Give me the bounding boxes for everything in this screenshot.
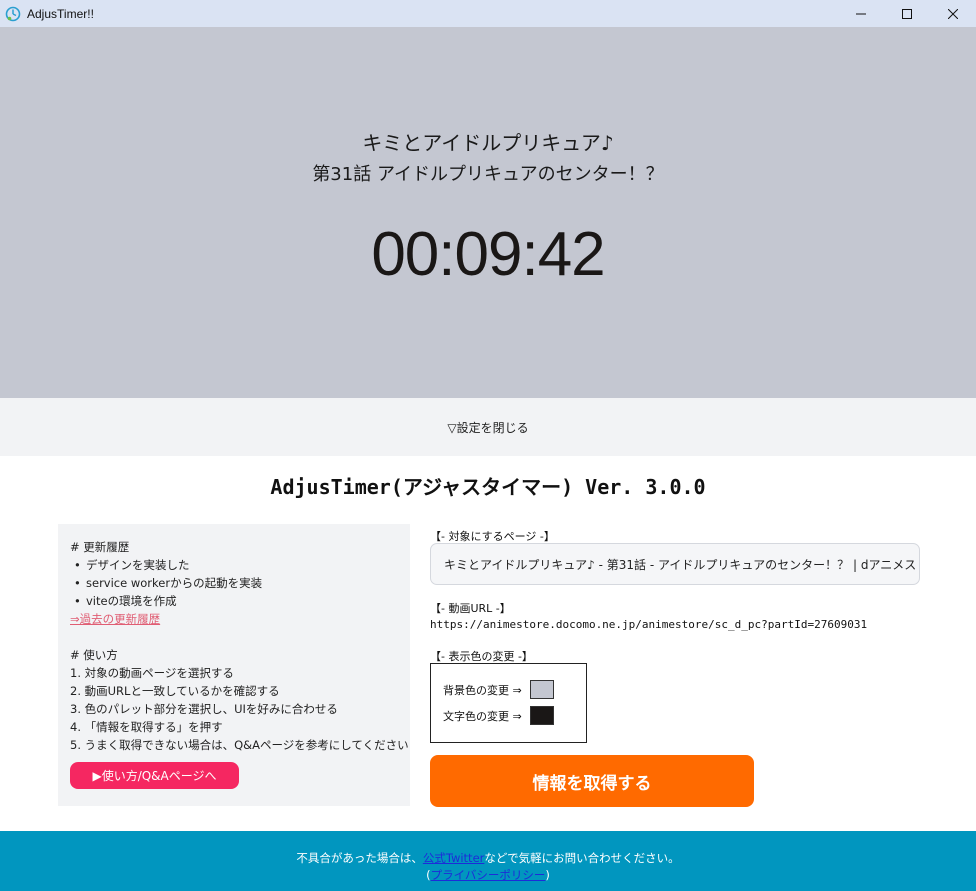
anime-title: キミとアイドルプリキュア♪ xyxy=(362,131,614,155)
minimize-icon xyxy=(856,13,866,14)
privacy-policy-link[interactable]: プライバシーポリシー xyxy=(431,868,546,882)
footer-message-before: 不具合があった場合は、 xyxy=(296,851,423,865)
fetch-info-button[interactable]: 情報を取得する xyxy=(430,755,754,807)
footer: 不具合があった場合は、公式Twitterなどで気軽にお問い合わせください。 (プ… xyxy=(0,831,976,891)
app-heading: AdjusTimer(アジャスタイマー) Ver. 3.0.0 xyxy=(270,475,706,499)
history-item: • デザインを実装した xyxy=(74,558,190,572)
bullet-icon: • xyxy=(74,594,81,608)
bg-color-label: 背景色の変更 ⇒ xyxy=(443,683,522,697)
usage-heading: # 使い方 xyxy=(70,648,118,662)
color-palette-box: 背景色の変更 ⇒ 文字色の変更 ⇒ xyxy=(430,663,587,743)
maximize-button[interactable] xyxy=(884,0,930,27)
window-titlebar: AdjusTimer!! xyxy=(0,0,976,27)
paren-close: ) xyxy=(545,868,550,882)
target-page-label: 【- 対象にするページ -】 xyxy=(430,530,555,543)
bullet-icon: • xyxy=(74,558,81,572)
app-logo-icon xyxy=(5,6,21,21)
video-url-value: https://animestore.docomo.ne.jp/animesto… xyxy=(430,618,868,631)
bg-color-swatch[interactable] xyxy=(529,680,554,699)
episode-title: 第31話 アイドルプリキュアのセンター！？ xyxy=(312,164,664,185)
history-heading: # 更新履歴 xyxy=(70,540,130,554)
past-history-link[interactable]: ⇒過去の更新履歴 xyxy=(70,612,160,626)
timer-display: キミとアイドルプリキュア♪ 第31話 アイドルプリキュアのセンター！？ 00:0… xyxy=(0,27,976,398)
color-change-label: 【- 表示色の変更 -】 xyxy=(430,650,533,663)
usage-step: 2. 動画URLと一致しているかを確認する xyxy=(70,684,280,698)
target-page-value: キミとアイドルプリキュア♪ - 第31話 - アイドルプリキュアのセンター！？ … xyxy=(444,557,920,572)
history-item: • service workerからの起動を実装 xyxy=(74,576,263,590)
text-color-swatch[interactable] xyxy=(529,706,554,725)
history-item: • viteの環境を作成 xyxy=(74,594,177,608)
text-color-label: 文字色の変更 ⇒ xyxy=(443,709,522,723)
close-icon xyxy=(948,8,958,19)
maximize-icon xyxy=(902,8,912,19)
usage-step: 4. 「情報を取得する」を押す xyxy=(70,720,223,734)
minimize-button[interactable] xyxy=(838,0,884,27)
info-panel: # 更新履歴 • デザインを実装した • service workerからの起動を実… xyxy=(58,524,410,806)
usage-step: 3. 色のパレット部分を選択し、UIを好みに合わせる xyxy=(70,702,338,716)
window-title: AdjusTimer!! xyxy=(27,6,94,21)
video-url-label: 【- 動画URL -】 xyxy=(430,602,511,615)
text-color-row: 文字色の変更 ⇒ xyxy=(443,706,554,725)
elapsed-timer: 00:09:42 xyxy=(371,220,605,289)
bg-color-row: 背景色の変更 ⇒ xyxy=(443,680,554,699)
usage-step: 5. うまく取得できない場合は、Q&Aページを参考にしてください xyxy=(70,738,409,752)
footer-message-after: などで気軽にお問い合わせください。 xyxy=(484,851,680,865)
window-controls xyxy=(838,0,976,27)
howto-qa-button[interactable]: ▶使い方/Q&Aページへ xyxy=(70,762,239,789)
close-settings-toggle[interactable]: ▽設定を閉じる xyxy=(0,398,976,456)
target-page-select[interactable]: キミとアイドルプリキュア♪ - 第31話 - アイドルプリキュアのセンター！？ … xyxy=(430,543,920,585)
bullet-icon: • xyxy=(74,576,81,590)
close-button[interactable] xyxy=(930,0,976,27)
usage-step: 1. 対象の動画ページを選択する xyxy=(70,666,234,680)
twitter-link[interactable]: 公式Twitter xyxy=(423,851,485,865)
